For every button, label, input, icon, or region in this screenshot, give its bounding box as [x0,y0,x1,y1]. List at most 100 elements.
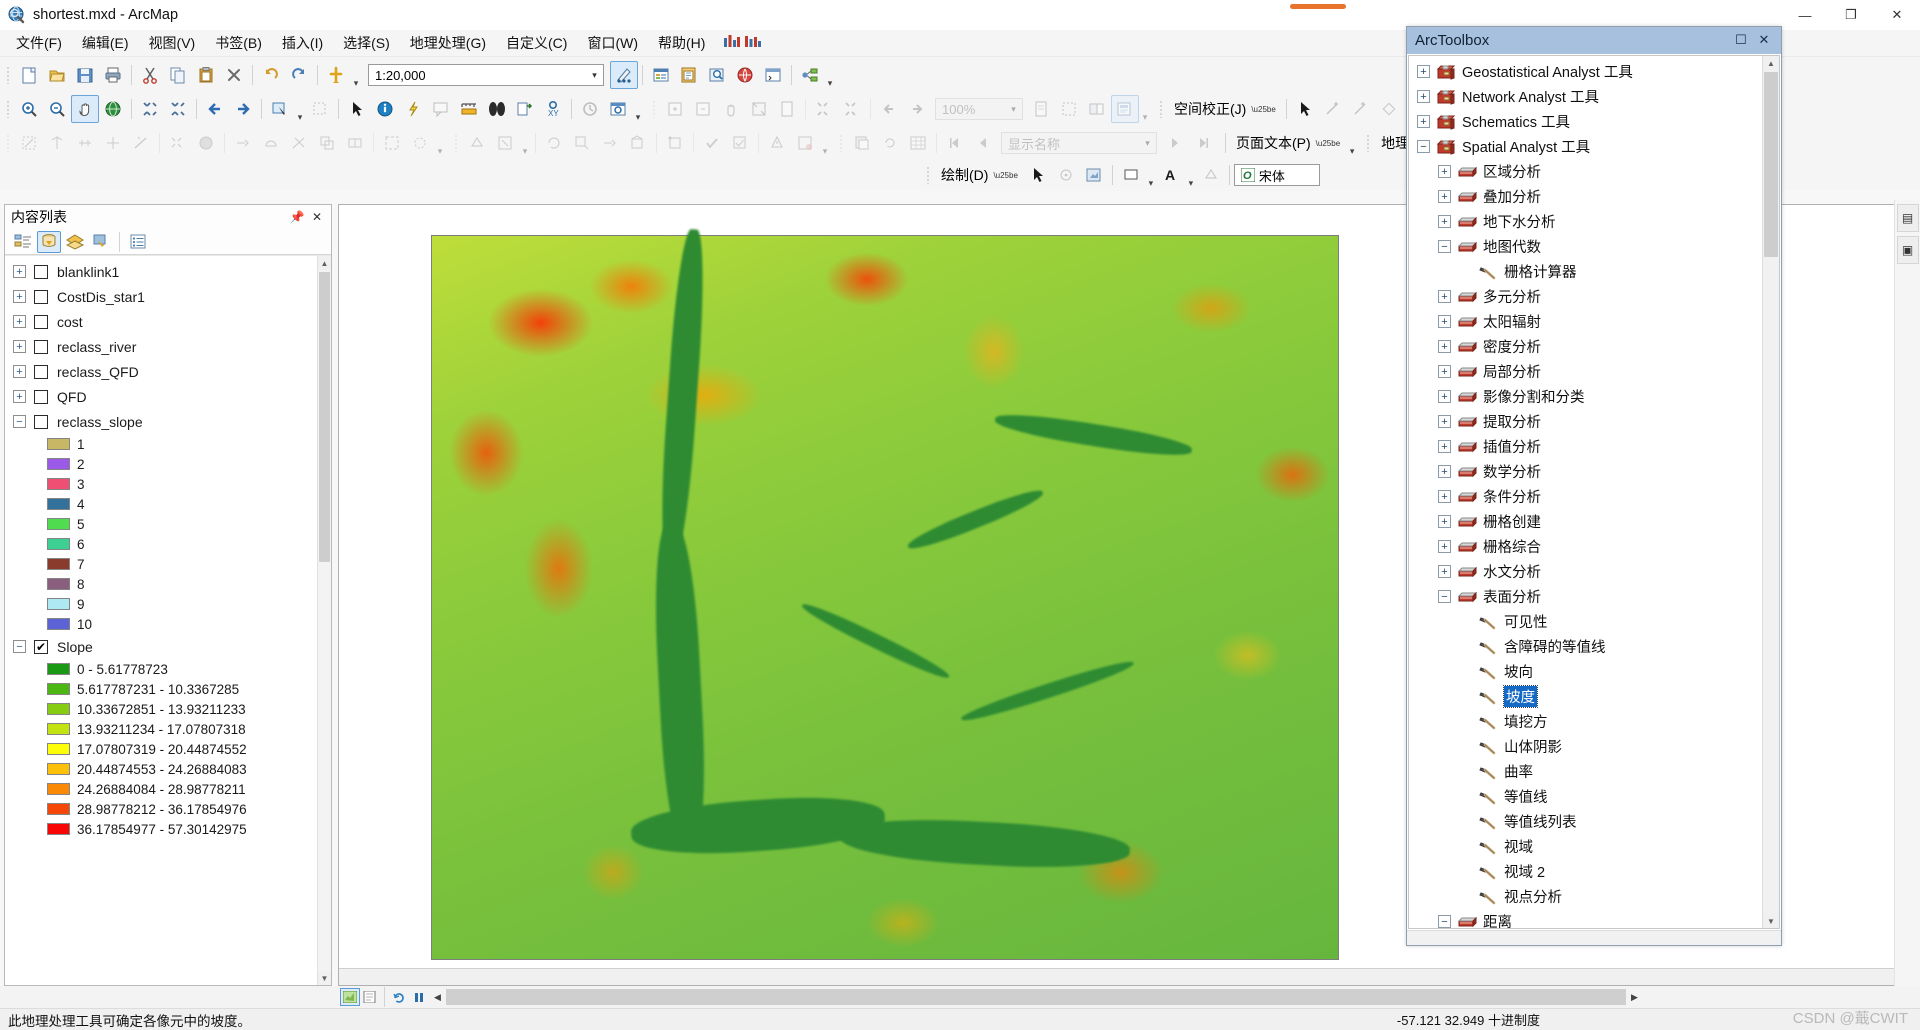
editor-toolbar-button[interactable] [610,61,638,89]
data-driven-pages-icon[interactable] [1111,95,1139,123]
fixed-zoom-in-icon[interactable] [136,95,164,123]
expand-icon[interactable]: + [13,315,26,328]
pan-icon[interactable] [71,95,99,123]
legend-color-swatch[interactable] [47,763,70,775]
editor-dropdown[interactable]: ▾ [519,129,531,157]
toolbar-grip[interactable] [651,98,658,120]
menu-geoprocessing[interactable]: 地理处理(G) [400,30,496,56]
toc-layer-row[interactable]: +reclass_QFD [5,359,317,384]
window-drag-pill[interactable] [1290,4,1346,9]
layout-zoom-out-icon[interactable] [689,95,717,123]
arctoolbox-tree-node[interactable]: +Schematics 工具 [1409,109,1762,134]
toc-tree[interactable]: +blanklink1+CostDis_star1+cost+reclass_r… [5,255,331,985]
legend-color-swatch[interactable] [47,558,70,570]
arctoolbox-tree-node[interactable]: 视域 2 [1409,859,1762,884]
arctoolbox-tree-node[interactable]: −地图代数 [1409,234,1762,259]
menu-windows[interactable]: 窗口(W) [577,30,648,56]
arctoolbox-tree-node[interactable]: 含障碍的等值线 [1409,634,1762,659]
new-identity-link-icon[interactable] [1375,95,1403,123]
legend-color-swatch[interactable] [47,703,70,715]
menu-customize[interactable]: 自定义(C) [496,30,577,56]
search-window-button[interactable] [703,61,731,89]
expand-icon[interactable]: + [1438,315,1451,328]
legend-symbol-row[interactable]: 6 [5,534,317,554]
expand-icon[interactable]: + [1438,290,1451,303]
chart-bars-icon-1[interactable] [723,34,741,53]
arctoolbox-scroll-thumb[interactable] [1764,72,1778,257]
fixed-zoom-out-icon[interactable] [164,95,192,123]
scale-icon[interactable] [568,129,596,157]
legend-symbol-row[interactable]: 4 [5,494,317,514]
draw-new-graphic-icon[interactable] [1080,161,1108,189]
legend-color-swatch[interactable] [47,723,70,735]
measure-icon[interactable] [455,95,483,123]
layout-fixed-zoom-in-icon[interactable] [810,95,838,123]
arcgis-online-button[interactable] [731,61,759,89]
arctoolbox-tree-node[interactable]: 栅格计算器 [1409,259,1762,284]
menu-selection[interactable]: 选择(S) [333,30,400,56]
scroll-up-icon[interactable]: ▲ [318,256,331,270]
legend-symbol-row[interactable]: 1 [5,434,317,454]
toc-scroll-thumb[interactable] [319,272,330,562]
expand-icon[interactable]: + [13,265,26,278]
delete-button[interactable] [220,61,248,89]
cut-button[interactable] [136,61,164,89]
legend-symbol-row[interactable]: 17.07807319 - 20.44874552 [5,739,317,759]
toc-layer-row[interactable]: +reclass_river [5,334,317,359]
legend-symbol-row[interactable]: 9 [5,594,317,614]
arctoolbox-tree-node[interactable]: +局部分析 [1409,359,1762,384]
reload-cache-icon[interactable] [876,129,904,157]
toc-layer-row[interactable]: +blanklink1 [5,259,317,284]
layout-zoom-in-icon[interactable] [661,95,689,123]
select-elements-icon[interactable] [343,95,371,123]
time-slider-icon[interactable] [576,95,604,123]
collapse-icon[interactable]: − [13,415,26,428]
draw-menu[interactable]: 绘制(D)\u25be [935,162,1024,188]
legend-symbol-row[interactable]: 7 [5,554,317,574]
redo-button[interactable] [285,61,313,89]
arctoolbox-title-bar[interactable]: ArcToolbox ☐ ✕ [1407,27,1781,54]
arctoolbox-tree-node[interactable]: −距离 [1409,909,1762,928]
list-by-visibility-icon[interactable] [63,231,87,253]
find-icon[interactable] [483,95,511,123]
layer-visibility-checkbox[interactable] [34,290,48,304]
arctoolbox-tree-node[interactable]: 视点分析 [1409,884,1762,909]
close-button[interactable]: ✕ [1874,0,1920,30]
layout-forward-icon[interactable] [903,95,931,123]
full-extent-icon[interactable] [99,95,127,123]
legend-symbol-row[interactable]: 3 [5,474,317,494]
arctoolbox-tree-node[interactable]: +Geostatistical Analyst 工具 [1409,59,1762,84]
layer-visibility-checkbox[interactable] [34,415,48,429]
menu-edit[interactable]: 编辑(E) [72,30,139,56]
scroll-up-icon[interactable]: ▲ [1763,56,1779,70]
legend-symbol-row[interactable]: 0 - 5.61778723 [5,659,317,679]
refresh-view-icon[interactable] [389,988,409,1006]
layer-visibility-checkbox[interactable] [34,365,48,379]
add-data-dropdown[interactable]: ▾ [350,61,362,89]
fix-topology-error-icon[interactable] [791,129,819,157]
last-record-icon[interactable] [1189,129,1217,157]
go-to-xy-icon[interactable]: XY [539,95,567,123]
toolbar-grip[interactable] [1158,98,1165,120]
menu-bookmarks[interactable]: 书签(B) [205,30,272,56]
toc-layer-row[interactable]: +QFD [5,384,317,409]
layout-zoom-whole-page-icon[interactable] [773,95,801,123]
arctoolbox-tree-node[interactable]: +水文分析 [1409,559,1762,584]
select-dropdown[interactable]: ▾ [294,95,306,123]
legend-symbol-row[interactable]: 10 [5,614,317,634]
legend-color-swatch[interactable] [47,438,70,450]
toolbar-grip[interactable] [5,98,12,120]
expand-icon[interactable]: + [1438,390,1451,403]
legend-color-swatch[interactable] [47,578,70,590]
collapse-icon[interactable]: − [1438,590,1451,603]
error-inspector-icon[interactable] [763,129,791,157]
print-button[interactable] [99,61,127,89]
expand-icon[interactable]: + [1438,515,1451,528]
list-by-drawing-order-icon[interactable] [11,231,35,253]
collapse-icon[interactable]: − [13,640,26,653]
arctoolbox-tree-node[interactable]: +影像分割和分类 [1409,384,1762,409]
legend-symbol-row[interactable]: 5 [5,514,317,534]
maximize-button[interactable]: ❐ [1828,0,1874,30]
expand-icon[interactable]: + [1438,540,1451,553]
hyperlink-icon[interactable] [399,95,427,123]
